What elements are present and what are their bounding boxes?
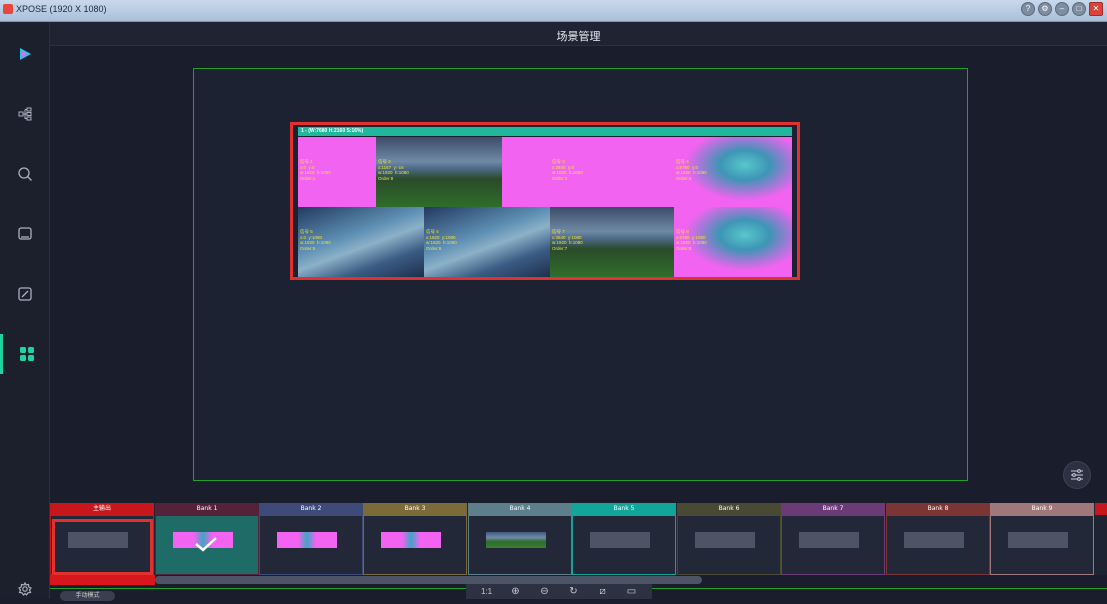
- tile-info: 信号 1 x:0 y:0 w:1920 h:1080 Order:1: [300, 159, 331, 181]
- tile-info: 信号 8 x:5760 y:1080 w:1920 h:1080 Order:8: [676, 229, 707, 251]
- tile-signal-1[interactable]: 信号 1 x:0 y:0 w:1920 h:1080 Order:1: [298, 137, 376, 207]
- bank-label: Bank 3: [363, 503, 467, 515]
- zoom-toolbar: 1:1 ⊕ ⊖ ↻ ⧄ ▭: [466, 584, 652, 599]
- search-icon: [18, 167, 32, 181]
- bank-thumbnail: [1008, 532, 1068, 548]
- tile-info: 信号 7 x:3840 y:1080 w:1920 h:1080 Order:7: [552, 229, 583, 251]
- bank-label: Bank 9: [990, 503, 1094, 515]
- screen-icon: [18, 227, 32, 240]
- bank-label: Bank 8: [886, 503, 990, 515]
- bank-label: 主输出: [50, 503, 154, 515]
- bank-9[interactable]: Bank 9: [990, 503, 1094, 575]
- bank-scrollbar[interactable]: [155, 576, 702, 584]
- settings-icon[interactable]: ⚙: [1038, 2, 1052, 16]
- bank-thumbnail: [590, 532, 650, 548]
- refresh-icon[interactable]: ↻: [566, 586, 582, 597]
- mode-toggle[interactable]: 手动模式: [60, 591, 115, 601]
- window-titlebar: XPOSE (1920 X 1080) ? ⚙ – □ ✕: [0, 0, 1107, 22]
- bank-thumbnail: [904, 532, 964, 548]
- tile-info: 信号 6 x:1920 y:1080 w:1920 h:1080 Order:6: [426, 229, 457, 251]
- clear-icon[interactable]: ⧄: [595, 586, 611, 597]
- tile-signal-7[interactable]: 信号 7 x:3840 y:1080 w:1920 h:1080 Order:7: [550, 207, 674, 277]
- sidebar-item-search[interactable]: [0, 154, 50, 194]
- save-icon[interactable]: ▭: [624, 586, 640, 597]
- bank-next-edge: [1095, 503, 1107, 515]
- checkmark-icon: [195, 537, 217, 552]
- tile-signal-3[interactable]: 信号 3 x:3840 y:0 w:1920 h:1080 Order:3: [550, 137, 674, 207]
- sliders-icon: [1071, 469, 1083, 481]
- bank-label: Bank 5: [572, 503, 676, 515]
- sidebar-item-settings[interactable]: [0, 574, 50, 604]
- edit-icon: [18, 287, 32, 301]
- bank-bar: 主输出 Bank 1 Bank 2 Bank 3 Bank 4 Bank 5 B…: [50, 503, 1107, 575]
- tile-signal-2[interactable]: 信号 2 x:1167 y:-16 w:1920 h:1080 Order:8: [376, 137, 502, 207]
- close-icon[interactable]: ✕: [1089, 2, 1103, 16]
- bank-thumbnail: [381, 532, 441, 548]
- page-title: 场景管理: [556, 30, 601, 43]
- bank-label: Bank 2: [259, 503, 363, 515]
- zoom-out-icon[interactable]: ⊖: [537, 586, 553, 597]
- layer-window[interactable]: 1 - (W:7680 H:2160 S:16%) 信号 1 x:0 y:0 w…: [290, 122, 800, 280]
- sidebar-item-screen[interactable]: [0, 214, 50, 254]
- logo-play-icon: [20, 48, 31, 60]
- layer-settings-button[interactable]: [1063, 461, 1091, 489]
- layer-label: 1 - (W:7680 H:2160 S:16%): [298, 127, 792, 136]
- tile-info: 信号 2 x:1167 y:-16 w:1920 h:1080 Order:8: [378, 159, 409, 181]
- bank-3[interactable]: Bank 3: [363, 503, 467, 575]
- tile-signal-8[interactable]: 信号 8 x:5760 y:1080 w:1920 h:1080 Order:8: [674, 207, 792, 277]
- sidebar-item-edit[interactable]: [0, 274, 50, 314]
- app-logo-icon: [3, 4, 13, 14]
- help-icon[interactable]: ?: [1021, 2, 1035, 16]
- window-title: XPOSE (1920 X 1080): [16, 4, 107, 14]
- bank-1[interactable]: Bank 1: [155, 503, 259, 575]
- page-header: 场景管理: [50, 22, 1107, 46]
- sidebar-item-scenes[interactable]: [0, 334, 50, 374]
- tile-signal-4[interactable]: 信号 4 x:5760 y:0 w:1920 h:1080 Order:4: [674, 137, 792, 207]
- bank-label: Bank 6: [677, 503, 781, 515]
- bank-thumbnail: [277, 532, 337, 548]
- tile-info: 信号 5 x:0 y:1080 w:1920 h:1080 Order:5: [300, 229, 331, 251]
- zoom-in-icon[interactable]: ⊕: [508, 586, 524, 597]
- tile-pink-fill: [502, 137, 550, 207]
- bank-8[interactable]: Bank 8: [886, 503, 990, 575]
- minimize-icon[interactable]: –: [1055, 2, 1069, 16]
- window-controls: ? ⚙ – □ ✕: [1021, 2, 1103, 16]
- bank-7[interactable]: Bank 7: [781, 503, 885, 575]
- bank-thumbnail: [486, 532, 546, 548]
- tile-info: 信号 4 x:5760 y:0 w:1920 h:1080 Order:4: [676, 159, 707, 181]
- bank-label: Bank 1: [155, 503, 259, 515]
- bank-6[interactable]: Bank 6: [677, 503, 781, 575]
- settings-gear-icon: [18, 582, 32, 596]
- topology-icon: [18, 107, 32, 121]
- bank-label: Bank 7: [781, 503, 885, 515]
- bank-2[interactable]: Bank 2: [259, 503, 363, 575]
- zoom-1-1-button[interactable]: 1:1: [479, 587, 495, 596]
- tile-info: 信号 3 x:3840 y:0 w:1920 h:1080 Order:3: [552, 159, 583, 181]
- maximize-icon[interactable]: □: [1072, 2, 1086, 16]
- sidebar: [0, 22, 50, 599]
- bank-5[interactable]: Bank 5: [572, 503, 676, 575]
- grid-icon: [19, 347, 34, 361]
- tile-signal-5[interactable]: 信号 5 x:0 y:1080 w:1920 h:1080 Order:5: [298, 207, 424, 277]
- sidebar-item-home[interactable]: [0, 34, 50, 74]
- tile-signal-6[interactable]: 信号 6 x:1920 y:1080 w:1920 h:1080 Order:6: [424, 207, 550, 277]
- bank-4[interactable]: Bank 4: [468, 503, 572, 575]
- selection-highlight: [52, 519, 153, 575]
- bank-thumbnail: [799, 532, 859, 548]
- bank-thumbnail: [695, 532, 755, 548]
- scroll-track-start: [50, 575, 155, 585]
- sidebar-item-topology[interactable]: [0, 94, 50, 134]
- bank-label: Bank 4: [468, 503, 572, 515]
